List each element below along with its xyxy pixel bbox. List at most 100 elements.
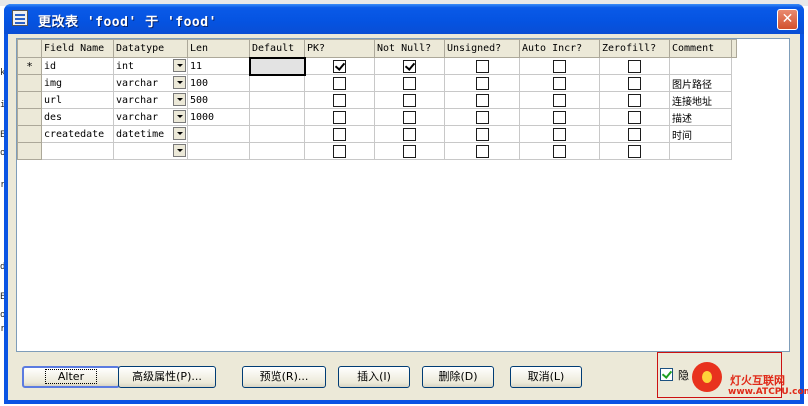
unsigned-checkbox[interactable] (475, 110, 489, 124)
column-header[interactable]: Default (249, 39, 305, 58)
column-grid[interactable]: Field Name Datatype Len Default PK? Not Null?… (16, 38, 790, 352)
pk-checkbox[interactable] (333, 76, 346, 90)
dropdown-arrow-icon[interactable] (173, 76, 186, 89)
zerofill-cell (599, 57, 670, 75)
insert-button[interactable]: 插入(I) (338, 366, 410, 388)
row-selector[interactable] (17, 125, 42, 143)
zerofill-checkbox[interactable] (628, 144, 641, 158)
field-name-cell[interactable]: createdate (41, 125, 114, 143)
datatype-cell[interactable]: datetime (113, 125, 188, 143)
zerofill-checkbox[interactable] (628, 110, 641, 124)
column-header[interactable]: Auto Incr? (519, 39, 600, 58)
field-name-cell[interactable] (41, 142, 114, 160)
pk-checkbox[interactable] (333, 127, 346, 141)
not-null-checkbox[interactable] (403, 76, 416, 90)
advanced-properties-button[interactable]: 高级属性(P)... (118, 366, 216, 388)
default-cell[interactable] (248, 56, 306, 76)
default-cell[interactable] (249, 125, 305, 143)
delete-button[interactable]: 删除(D) (422, 366, 494, 388)
comment-cell[interactable] (669, 142, 732, 160)
column-header[interactable]: Unsigned? (444, 39, 520, 58)
field-name-cell[interactable]: img (41, 74, 114, 92)
dropdown-arrow-icon[interactable] (173, 127, 186, 140)
zerofill-cell (599, 74, 670, 92)
alter-button[interactable]: Alter (22, 366, 120, 388)
length-cell[interactable]: 1000 (187, 108, 250, 126)
unsigned-checkbox[interactable] (475, 93, 489, 107)
dropdown-arrow-icon[interactable] (173, 110, 186, 123)
datatype-cell[interactable]: varchar (113, 91, 188, 109)
length-cell[interactable]: 11 (187, 57, 250, 75)
table-row[interactable]: des varchar 1000 描述 (17, 108, 737, 126)
pk-checkbox[interactable] (333, 59, 347, 73)
title-bar[interactable]: 更改表 'food' 于 'food' ✕ (4, 4, 804, 34)
length-cell[interactable] (187, 125, 250, 143)
close-button[interactable]: ✕ (777, 9, 798, 30)
zerofill-checkbox[interactable] (628, 59, 641, 73)
datatype-cell[interactable] (113, 142, 188, 160)
zerofill-checkbox[interactable] (628, 93, 641, 107)
dropdown-arrow-icon[interactable] (173, 144, 186, 157)
column-header[interactable]: Field Name (41, 39, 114, 58)
auto-incr-checkbox[interactable] (553, 76, 566, 90)
auto-incr-checkbox[interactable] (553, 93, 566, 107)
datatype-cell[interactable]: int (113, 57, 188, 75)
row-selector[interactable] (17, 91, 42, 109)
length-cell[interactable] (187, 142, 250, 160)
column-header[interactable]: Zerofill? (599, 39, 670, 58)
unsigned-checkbox[interactable] (475, 76, 489, 90)
field-name-cell[interactable]: des (41, 108, 114, 126)
not-null-checkbox[interactable] (403, 59, 416, 73)
column-header[interactable]: Comment (669, 39, 732, 58)
length-cell[interactable]: 500 (187, 91, 250, 109)
not-null-checkbox[interactable] (403, 144, 416, 158)
auto-incr-checkbox[interactable] (553, 110, 566, 124)
table-row[interactable]: createdate datetime 时间 (17, 125, 737, 143)
comment-cell[interactable]: 描述 (669, 108, 732, 126)
preview-button[interactable]: 预览(R)... (242, 366, 326, 388)
unsigned-checkbox[interactable] (475, 59, 489, 73)
default-cell[interactable] (249, 108, 305, 126)
row-selector[interactable] (17, 74, 42, 92)
not-null-checkbox[interactable] (403, 110, 416, 124)
row-selector[interactable] (17, 142, 42, 160)
not-null-checkbox[interactable] (403, 127, 416, 141)
table-row[interactable]: * id int 11 (17, 56, 737, 76)
comment-cell[interactable] (669, 57, 732, 75)
zerofill-checkbox[interactable] (628, 127, 641, 141)
dropdown-arrow-icon[interactable] (173, 93, 186, 106)
comment-cell[interactable]: 时间 (669, 125, 732, 143)
row-selector[interactable]: * (17, 57, 42, 75)
auto-incr-checkbox[interactable] (553, 127, 566, 141)
default-cell[interactable] (249, 91, 305, 109)
length-cell[interactable]: 100 (187, 74, 250, 92)
hide-checkbox[interactable] (660, 368, 673, 381)
not-null-checkbox[interactable] (403, 93, 416, 107)
pk-checkbox[interactable] (333, 144, 346, 158)
table-row[interactable]: img varchar 100 图片路径 (17, 74, 737, 92)
pk-checkbox[interactable] (333, 110, 346, 124)
column-header[interactable]: PK? (304, 39, 375, 58)
auto-incr-checkbox[interactable] (553, 59, 566, 73)
column-header[interactable]: Len (187, 39, 250, 58)
dropdown-arrow-icon[interactable] (173, 59, 186, 72)
column-header[interactable]: Not Null? (374, 39, 445, 58)
pk-checkbox[interactable] (333, 93, 346, 107)
datatype-cell[interactable]: varchar (113, 74, 188, 92)
unsigned-checkbox[interactable] (475, 144, 489, 158)
default-cell[interactable] (249, 142, 305, 160)
field-name-cell[interactable]: url (41, 91, 114, 109)
default-cell[interactable] (249, 74, 305, 92)
table-row[interactable]: url varchar 500 连接地址 (17, 91, 737, 109)
cancel-button[interactable]: 取消(L) (510, 366, 582, 388)
column-header[interactable]: Datatype (113, 39, 188, 58)
unsigned-checkbox[interactable] (475, 127, 489, 141)
zerofill-checkbox[interactable] (628, 76, 641, 90)
comment-cell[interactable]: 图片路径 (669, 74, 732, 92)
field-name-cell[interactable]: id (41, 57, 114, 75)
table-row[interactable] (17, 142, 737, 160)
row-selector[interactable] (17, 108, 42, 126)
comment-cell[interactable]: 连接地址 (669, 91, 732, 109)
datatype-cell[interactable]: varchar (113, 108, 188, 126)
auto-incr-checkbox[interactable] (553, 144, 566, 158)
